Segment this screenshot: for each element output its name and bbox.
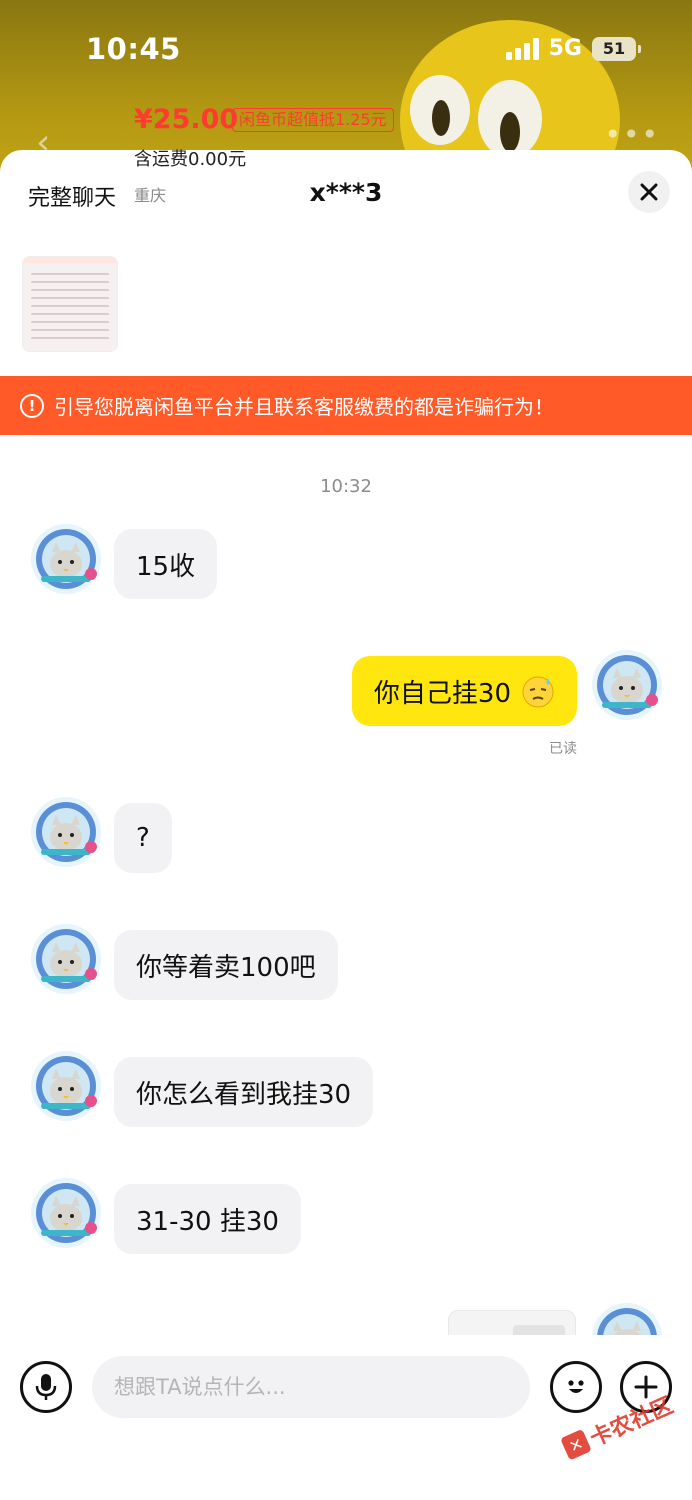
sweat-face-emoji-icon [522, 676, 554, 708]
voice-button[interactable] [20, 1361, 72, 1413]
chat-sheet: 完整聊天 x***3 ! 引导您脱离闲鱼平台并且联系客服缴费的都是诈骗行为！ [0, 150, 692, 1500]
avatar[interactable] [31, 924, 101, 994]
network-type: 5G [548, 36, 582, 61]
signal-icon [505, 37, 539, 60]
mascot-pupil-right [500, 112, 520, 152]
fraud-warning-banner: ! 引导您脱离闲鱼平台并且联系客服缴费的都是诈骗行为！ [0, 376, 692, 435]
message-bubble[interactable]: 你怎么看到我挂30 [114, 1057, 374, 1127]
status-indicators: 5G 51 [505, 36, 641, 61]
message-bubble[interactable]: 你等着卖100吧 [114, 930, 338, 1000]
peer-name: x***3 [309, 178, 383, 207]
coin-discount-badge: 闲鱼币超值抵1.25元 [232, 108, 394, 132]
emoji-button[interactable] [550, 1361, 602, 1413]
avatar[interactable] [31, 1051, 101, 1121]
sheet-header: 完整聊天 x***3 [0, 150, 692, 238]
avatar[interactable] [31, 797, 101, 867]
battery-icon: 51 [592, 36, 641, 61]
message-timestamp: 10:32 [320, 476, 372, 497]
close-button[interactable] [628, 171, 670, 213]
more-icon[interactable]: ••• [604, 118, 660, 151]
close-icon [640, 183, 658, 201]
product-card[interactable] [0, 246, 692, 364]
emoji-icon [568, 1380, 584, 1393]
message-bubble[interactable]: 31-30 挂30 [114, 1184, 301, 1254]
message-bubble[interactable]: ? [114, 803, 172, 873]
microphone-icon [35, 1374, 57, 1400]
warning-icon: ! [20, 393, 44, 418]
avatar[interactable] [592, 650, 662, 720]
warning-text: 引导您脱离闲鱼平台并且联系客服缴费的都是诈骗行为！ [54, 395, 554, 419]
message-text: 你自己挂30 [373, 678, 511, 709]
battery-level: 51 [602, 39, 626, 58]
message-input-container[interactable] [92, 1356, 530, 1418]
product-location: 重庆 [134, 186, 167, 205]
message-input[interactable] [114, 1375, 514, 1399]
avatar[interactable] [31, 524, 101, 594]
message-bubble[interactable]: 15收 [114, 529, 218, 599]
product-price: ¥25.00 [134, 104, 239, 135]
shipping-fee: 含运费0.00元 [134, 149, 247, 170]
mascot-pupil-left [432, 100, 450, 136]
status-time: 10:45 [86, 32, 181, 66]
input-bar [0, 1335, 692, 1500]
my-message-bubble[interactable]: 你自己挂30 [351, 656, 577, 726]
avatar[interactable] [31, 1178, 101, 1248]
product-thumbnail[interactable] [22, 256, 118, 352]
read-status: 已读 [549, 741, 577, 757]
